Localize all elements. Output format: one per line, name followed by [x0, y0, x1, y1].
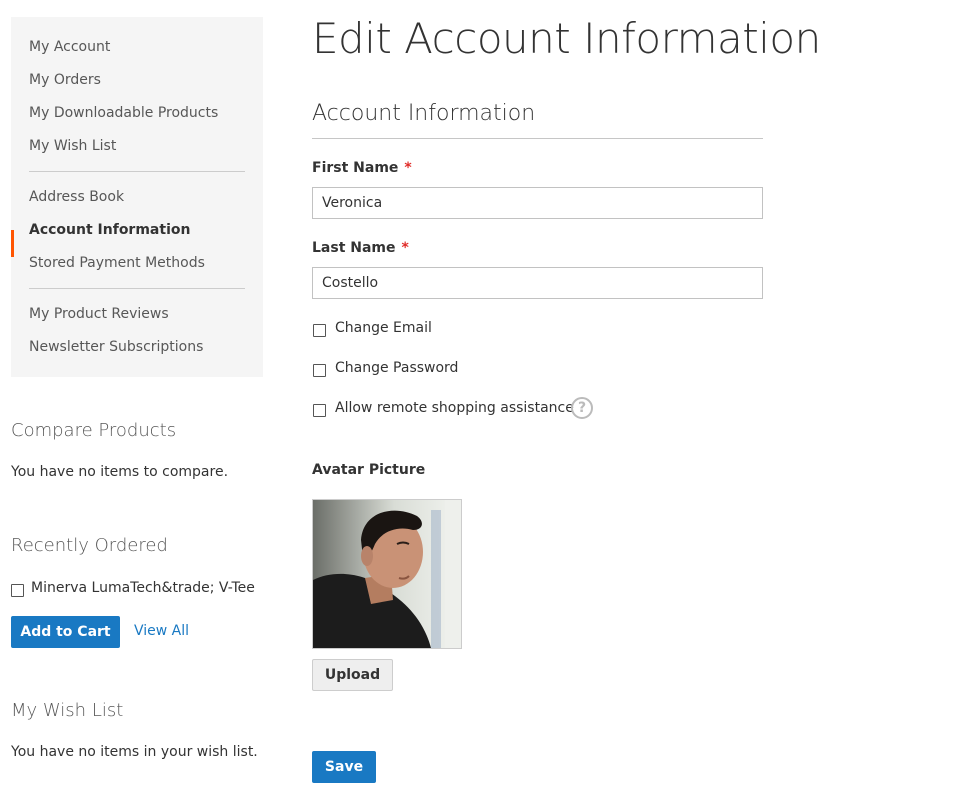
nav-item-product-reviews[interactable]: My Product Reviews [29, 306, 169, 322]
change-email-checkbox[interactable] [313, 324, 326, 337]
nav-item-account-information: Account Information [29, 222, 191, 238]
add-to-cart-button[interactable]: Add to Cart [11, 616, 120, 648]
nav-item-my-orders[interactable]: My Orders [29, 72, 101, 88]
wishlist-empty: You have no items in your wish list. [11, 744, 258, 760]
last-name-input[interactable] [312, 267, 763, 299]
recently-ordered-item-checkbox[interactable] [11, 584, 24, 597]
remote-assistance-label[interactable]: Allow remote shopping assistance [335, 400, 574, 416]
recently-ordered-item-name: Minerva LumaTech&trade; V-Tee [31, 580, 255, 596]
account-nav: My Account My Orders My Downloadable Pro… [11, 17, 263, 377]
avatar-image [313, 500, 461, 648]
nav-item-wish-list[interactable]: My Wish List [29, 138, 116, 154]
upload-button[interactable]: Upload [312, 659, 393, 691]
change-password-checkbox[interactable] [313, 364, 326, 377]
remote-assistance-checkbox[interactable] [313, 404, 326, 417]
view-all-link[interactable]: View All [134, 623, 189, 639]
nav-item-address-book[interactable]: Address Book [29, 189, 124, 205]
change-password-label[interactable]: Change Password [335, 360, 458, 376]
avatar-label: Avatar Picture [312, 462, 426, 478]
nav-active-marker [11, 230, 14, 257]
compare-products-empty: You have no items to compare. [11, 464, 229, 480]
wishlist-title: My Wish List [11, 700, 124, 721]
compare-products-title: Compare Products [11, 420, 177, 441]
avatar-picture [312, 499, 462, 649]
required-asterisk: * [401, 240, 409, 256]
first-name-label-text: First Name [312, 160, 399, 176]
first-name-label: First Name * [312, 160, 412, 176]
save-button[interactable]: Save [312, 751, 376, 783]
nav-item-stored-payment-methods[interactable]: Stored Payment Methods [29, 255, 205, 271]
required-asterisk: * [404, 160, 412, 176]
question-circle-icon[interactable]: ? [571, 397, 593, 419]
recently-ordered-title: Recently Ordered [11, 535, 168, 556]
nav-divider [29, 171, 245, 172]
nav-item-downloadable-products[interactable]: My Downloadable Products [29, 105, 218, 121]
nav-item-newsletter-subscriptions[interactable]: Newsletter Subscriptions [29, 339, 203, 355]
page-title: Edit Account Information [312, 14, 821, 63]
nav-item-my-account[interactable]: My Account [29, 39, 110, 55]
last-name-label-text: Last Name [312, 240, 396, 256]
nav-divider [29, 288, 245, 289]
section-divider [312, 138, 763, 139]
change-email-label[interactable]: Change Email [335, 320, 432, 336]
first-name-input[interactable] [312, 187, 763, 219]
last-name-label: Last Name * [312, 240, 409, 256]
section-title: Account Information [312, 101, 536, 126]
